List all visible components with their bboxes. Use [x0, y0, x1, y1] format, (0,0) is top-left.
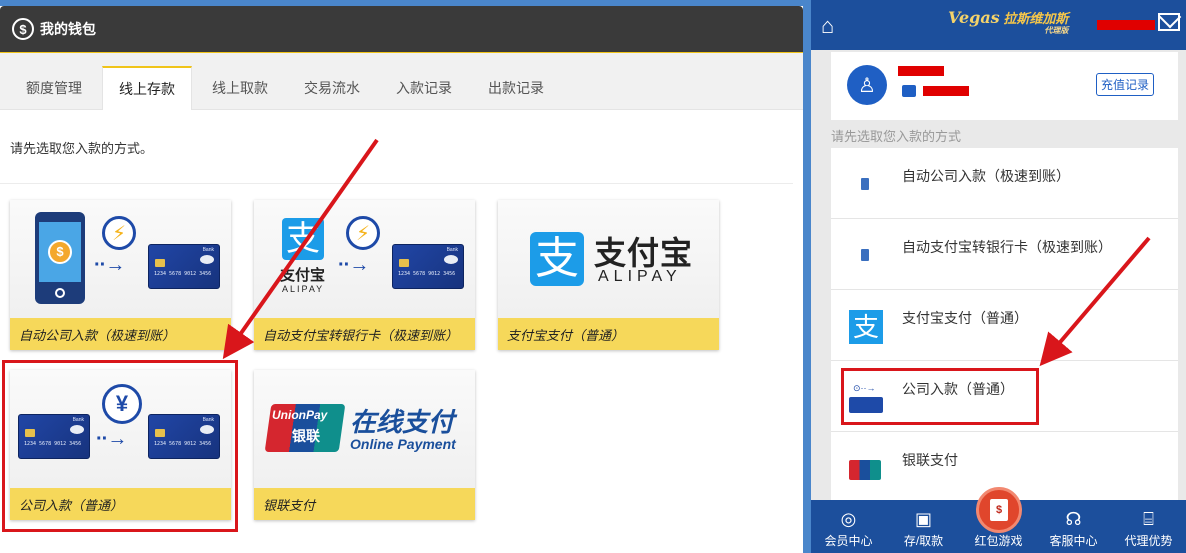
- annotation-arrow-left: [222, 138, 379, 360]
- annotation-arrows: [222, 138, 1151, 367]
- annotation-arrow-right: [1039, 236, 1151, 367]
- screenshot-stage: $ 我的钱包 额度管理 线上存款 线上取款 交易流水 入款记录 出款记录 请先选…: [0, 0, 1186, 553]
